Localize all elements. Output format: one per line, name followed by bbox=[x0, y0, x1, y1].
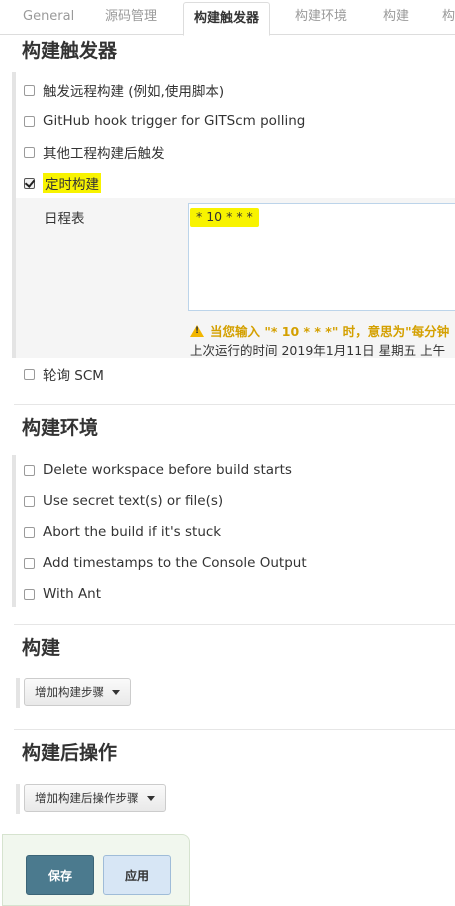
section-indent-bar bbox=[12, 455, 16, 607]
config-tabs: General 源码管理 构建触发器 构建环境 构建 构 bbox=[0, 0, 455, 36]
apply-button[interactable]: 应用 bbox=[103, 855, 171, 895]
option-label: Delete workspace before build starts bbox=[43, 462, 292, 478]
caret-down-icon bbox=[112, 689, 120, 695]
env-delete-workspace[interactable]: Delete workspace before build starts bbox=[24, 460, 292, 480]
schedule-warning: 当您输入 "* 10 * * *" 时，意思为"每分钟 bbox=[190, 321, 449, 340]
tab-source-code[interactable]: 源码管理 bbox=[105, 0, 157, 34]
section-title-build-environment: 构建环境 bbox=[22, 417, 99, 439]
option-label: Use secret text(s) or file(s) bbox=[43, 493, 224, 509]
warning-icon bbox=[190, 324, 204, 337]
option-label: 其他工程构建后触发 bbox=[43, 146, 165, 162]
tab-general[interactable]: General bbox=[23, 0, 74, 34]
option-label: 触发远程构建 (例如,使用脚本) bbox=[43, 84, 225, 100]
tab-post-build[interactable]: 构 bbox=[442, 0, 455, 34]
add-build-step-button[interactable]: 增加构建步骤 bbox=[24, 678, 131, 706]
option-label: 轮询 SCM bbox=[43, 368, 104, 384]
checkbox[interactable] bbox=[24, 495, 35, 507]
button-label: 增加构建步骤 bbox=[35, 685, 104, 699]
checkbox-checked[interactable] bbox=[24, 177, 35, 189]
env-add-timestamps[interactable]: Add timestamps to the Console Output bbox=[24, 553, 307, 573]
add-post-build-step-button[interactable]: 增加构建后操作步骤 bbox=[24, 784, 166, 812]
schedule-value: * 10 * * * bbox=[190, 208, 259, 227]
section-divider bbox=[14, 729, 455, 730]
add-post-build-step-wrapper: 增加构建后操作步骤 bbox=[16, 784, 166, 814]
checkbox[interactable] bbox=[24, 588, 35, 600]
env-with-ant[interactable]: With Ant bbox=[24, 584, 101, 604]
trigger-build-periodically[interactable]: 定时构建 bbox=[24, 173, 101, 193]
tab-build-environment[interactable]: 构建环境 bbox=[295, 0, 347, 34]
option-label: With Ant bbox=[43, 586, 102, 602]
trigger-poll-scm[interactable]: 轮询 SCM bbox=[24, 364, 104, 384]
checkbox[interactable] bbox=[24, 368, 35, 380]
trigger-github-hook[interactable]: GitHub hook trigger for GITScm polling bbox=[24, 111, 305, 131]
checkbox[interactable] bbox=[24, 146, 35, 158]
option-label: Abort the build if it's stuck bbox=[43, 524, 222, 540]
section-title-post-build: 构建后操作 bbox=[22, 742, 118, 764]
checkbox[interactable] bbox=[24, 84, 35, 96]
section-divider bbox=[14, 624, 455, 625]
trigger-remote-build[interactable]: 触发远程构建 (例如,使用脚本) bbox=[24, 80, 224, 100]
option-label: Add timestamps to the Console Output bbox=[43, 555, 307, 571]
env-abort-stuck[interactable]: Abort the build if it's stuck bbox=[24, 522, 221, 542]
tab-build[interactable]: 构建 bbox=[383, 0, 409, 34]
checkbox[interactable] bbox=[24, 557, 35, 569]
button-label: 增加构建后操作步骤 bbox=[35, 791, 139, 805]
warning-text: 当您输入 "* 10 * * *" 时，意思为"每分钟 bbox=[210, 324, 450, 339]
tab-build-triggers[interactable]: 构建触发器 bbox=[183, 2, 271, 36]
save-button[interactable]: 保存 bbox=[26, 855, 94, 895]
option-label: GitHub hook trigger for GITScm polling bbox=[43, 113, 306, 129]
add-build-step-wrapper: 增加构建步骤 bbox=[16, 678, 131, 708]
env-secret-text[interactable]: Use secret text(s) or file(s) bbox=[24, 491, 223, 511]
section-title-build-triggers: 构建触发器 bbox=[22, 40, 118, 62]
caret-down-icon bbox=[146, 795, 155, 801]
checkbox[interactable] bbox=[24, 115, 35, 127]
trigger-after-other-projects[interactable]: 其他工程构建后触发 bbox=[24, 142, 165, 162]
option-label: 定时构建 bbox=[43, 173, 101, 193]
checkbox[interactable] bbox=[24, 464, 35, 476]
section-divider bbox=[14, 404, 455, 405]
checkbox[interactable] bbox=[24, 526, 35, 538]
last-run-text: 上次运行的时间 2019年1月11日 星期五 上午 bbox=[190, 343, 446, 358]
schedule-label: 日程表 bbox=[44, 211, 85, 227]
section-title-build: 构建 bbox=[22, 637, 61, 659]
